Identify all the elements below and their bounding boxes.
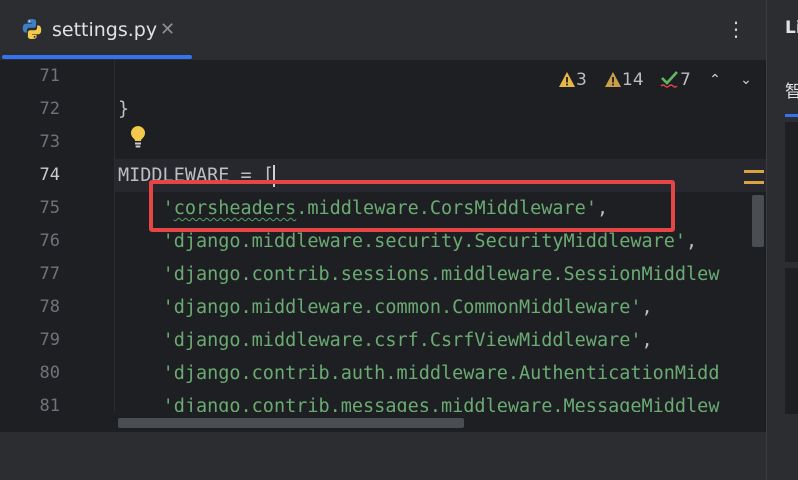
editor-tab-bar: settings.py ✕ ⋮ [0, 0, 766, 60]
warning-icon [559, 72, 575, 87]
line-number: 73 [39, 132, 60, 152]
weak-warnings-count: 14 [622, 70, 644, 90]
comma: , [641, 330, 653, 351]
error-stripe-marker[interactable] [744, 181, 764, 184]
tab-settings-py[interactable]: settings.py ✕ [0, 0, 192, 60]
string-literal: 'django.middleware.csrf.CsrfViewMiddlewa… [162, 330, 642, 351]
more-options-icon[interactable]: ⋮ [726, 14, 746, 44]
typo-counter[interactable]: 7 [660, 69, 691, 91]
line-number: 75 [39, 198, 60, 218]
panel-title: Li [785, 18, 798, 38]
next-highlight-icon[interactable]: ⌄ [737, 69, 755, 91]
line-number: 78 [39, 297, 60, 317]
bottom-panel [0, 432, 798, 480]
active-tab-indicator [2, 55, 192, 59]
code-line-72: } [118, 93, 129, 126]
lightbulb-icon[interactable] [128, 124, 148, 150]
code-line-77: 'django.contrib.sessions.middleware.Sess… [118, 258, 720, 291]
weak-warning-icon [605, 72, 621, 87]
code-line-78: 'django.middleware.common.CommonMiddlewa… [118, 291, 653, 324]
warnings-count: 3 [576, 70, 587, 90]
string-literal: 'django.contrib.sessions.middleware.Sess… [162, 264, 720, 285]
string-literal: 'django.contrib.auth.middleware.Authenti… [162, 363, 720, 384]
close-tab-icon[interactable]: ✕ [160, 16, 175, 44]
comma: , [686, 231, 698, 252]
right-tool-panel: Li 智 [766, 0, 798, 480]
panel-content-area [785, 268, 798, 414]
highlight-annotation-box [149, 180, 675, 232]
code-line-79: 'django.middleware.csrf.CsrfViewMiddlewa… [118, 324, 653, 357]
panel-content-area [785, 122, 798, 262]
line-number: 71 [39, 66, 60, 86]
line-number: 72 [39, 99, 60, 119]
panel-tab-indicator [785, 114, 798, 117]
warnings-counter-b[interactable]: 14 [604, 69, 644, 91]
vertical-scrollbar-thumb[interactable] [752, 195, 764, 247]
line-number: 77 [39, 264, 60, 284]
string-literal: 'django.middleware.common.CommonMiddlewa… [162, 297, 642, 318]
checkmark-icon [660, 71, 678, 88]
string-literal: 'django.middleware.security.SecurityMidd… [162, 231, 687, 252]
typos-count: 7 [680, 70, 691, 90]
line-number: 79 [39, 330, 60, 350]
code-editor[interactable]: 71 72 73 74 75 76 77 78 79 80 81 } MIDDL… [0, 60, 766, 432]
code-line-80: 'django.contrib.auth.middleware.Authenti… [118, 357, 720, 390]
gutter-divider [114, 60, 115, 432]
comma: , [641, 297, 653, 318]
tab-label: settings.py [52, 19, 158, 41]
warnings-counter-a[interactable]: 3 [558, 69, 587, 91]
previous-highlight-icon[interactable]: ⌃ [706, 69, 724, 91]
line-number-current: 74 [39, 165, 60, 185]
python-file-icon [22, 19, 42, 39]
error-stripe-marker[interactable] [744, 170, 764, 173]
line-number: 76 [39, 231, 60, 251]
line-number: 80 [39, 363, 60, 383]
line-number-gutter: 71 72 73 74 75 76 77 78 79 80 81 [0, 60, 115, 432]
horizontal-scrollbar-thumb[interactable] [118, 418, 464, 428]
code-text: } [118, 99, 130, 120]
panel-tab[interactable]: 智 [785, 80, 798, 104]
